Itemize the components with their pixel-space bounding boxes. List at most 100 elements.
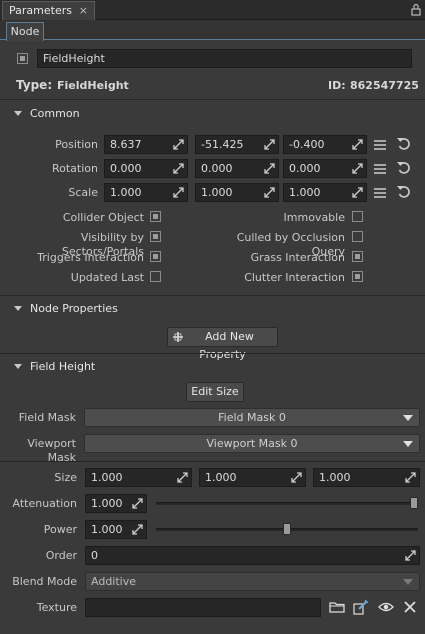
drag-arrows-icon xyxy=(352,139,363,150)
drag-arrows-icon xyxy=(173,139,184,150)
node-tab-row xyxy=(0,20,425,40)
close-icon[interactable] xyxy=(402,599,418,615)
power-label: Power xyxy=(43,523,77,536)
clutter-interaction-label: Clutter Interaction xyxy=(244,271,345,284)
rotation-y-input[interactable]: 0.000 xyxy=(195,159,279,178)
tab-parameters[interactable]: Parameters × xyxy=(2,1,95,20)
rotation-label: Rotation xyxy=(51,162,98,175)
tab-close-icon[interactable]: × xyxy=(79,2,88,19)
section-divider xyxy=(0,461,425,462)
immovable-label: Immovable xyxy=(283,211,345,224)
clutter-interaction-checkbox[interactable] xyxy=(352,271,363,282)
position-y-input[interactable]: -51.425 xyxy=(195,135,279,154)
reset-icon[interactable] xyxy=(396,160,412,176)
field-height-collapse-icon[interactable] xyxy=(14,364,22,369)
drag-arrows-icon xyxy=(177,472,188,483)
updated-last-label: Updated Last xyxy=(70,271,144,284)
drag-arrows-icon xyxy=(264,139,275,150)
add-new-property-label: Add New Property xyxy=(199,330,254,361)
triggers-interaction-checkbox[interactable] xyxy=(150,251,161,262)
order-label: Order xyxy=(45,549,77,562)
attenuation-slider[interactable] xyxy=(156,502,418,505)
lock-icon[interactable] xyxy=(411,3,421,16)
power-input[interactable]: 1.000 xyxy=(85,520,147,539)
drag-arrows-icon xyxy=(264,187,275,198)
section-divider xyxy=(0,295,425,296)
type-label: Type: xyxy=(16,78,53,92)
id-label: ID: xyxy=(328,79,346,92)
position-x-input[interactable]: 8.637 xyxy=(104,135,188,154)
field-mask-dropdown[interactable]: Field Mask 0 xyxy=(84,408,420,427)
viewport-mask-value: Viewport Mask 0 xyxy=(206,437,298,450)
drag-arrows-icon xyxy=(173,163,184,174)
drag-arrows-icon xyxy=(405,550,416,561)
drag-arrows-icon xyxy=(405,472,416,483)
scale-x-input[interactable]: 1.000 xyxy=(104,183,188,202)
scale-label: Scale xyxy=(68,186,98,199)
attenuation-label: Attenuation xyxy=(12,497,77,510)
attenuation-slider-thumb[interactable] xyxy=(410,497,418,509)
field-mask-value: Field Mask 0 xyxy=(218,411,286,424)
grass-interaction-label: Grass Interaction xyxy=(250,251,345,264)
attenuation-input[interactable]: 1.000 xyxy=(85,494,147,513)
size-z-input[interactable]: 1.000 xyxy=(313,468,420,487)
rotation-z-input[interactable]: 0.000 xyxy=(283,159,367,178)
field-mask-label: Field Mask xyxy=(18,411,76,424)
section-divider xyxy=(0,353,425,354)
drag-arrows-icon xyxy=(352,163,363,174)
common-section-title[interactable]: Common xyxy=(30,107,80,121)
texture-label: Texture xyxy=(36,601,77,614)
drag-arrows-icon xyxy=(264,163,275,174)
blend-mode-label: Blend Mode xyxy=(12,575,77,588)
menu-icon[interactable] xyxy=(372,137,388,153)
collider-object-label: Collider Object xyxy=(62,211,144,224)
plus-icon xyxy=(173,332,183,342)
position-z-input[interactable]: -0.400 xyxy=(283,135,367,154)
blend-mode-value: Additive xyxy=(91,575,136,588)
field-height-section-title[interactable]: Field Height xyxy=(30,360,95,374)
folder-icon[interactable] xyxy=(329,599,345,615)
grass-interaction-checkbox[interactable] xyxy=(352,251,363,262)
drag-arrows-icon xyxy=(352,187,363,198)
rotation-x-input[interactable]: 0.000 xyxy=(104,159,188,178)
size-label: Size xyxy=(54,471,77,484)
reset-icon[interactable] xyxy=(396,136,412,152)
power-slider-thumb[interactable] xyxy=(283,523,291,535)
node-properties-section-title[interactable]: Node Properties xyxy=(30,302,118,316)
menu-icon[interactable] xyxy=(372,161,388,177)
chevron-down-icon xyxy=(403,441,413,447)
blend-mode-dropdown[interactable]: Additive xyxy=(85,572,420,591)
add-new-property-button[interactable]: Add New Property xyxy=(167,327,278,361)
scale-z-input[interactable]: 1.000 xyxy=(283,183,367,202)
node-enabled-checkbox[interactable] xyxy=(17,53,28,64)
viewport-mask-dropdown[interactable]: Viewport Mask 0 xyxy=(84,434,420,453)
drag-arrows-icon xyxy=(132,524,143,535)
culled-occlusion-checkbox[interactable] xyxy=(352,231,363,242)
size-y-input[interactable]: 1.000 xyxy=(199,468,306,487)
updated-last-checkbox[interactable] xyxy=(150,271,161,282)
reset-icon[interactable] xyxy=(396,184,412,200)
tab-node[interactable]: Node xyxy=(6,22,44,41)
order-input[interactable]: 0 xyxy=(85,546,420,565)
tab-parameters-label: Parameters xyxy=(9,4,72,17)
chevron-down-icon xyxy=(403,415,413,421)
section-divider xyxy=(0,99,425,100)
menu-icon[interactable] xyxy=(372,185,388,201)
drag-arrows-icon xyxy=(291,472,302,483)
id-value: 862547725 xyxy=(350,79,419,92)
drag-arrows-icon xyxy=(132,498,143,509)
edit-size-button[interactable]: Edit Size xyxy=(186,382,244,402)
visibility-sectors-checkbox[interactable] xyxy=(150,231,161,242)
type-value: FieldHeight xyxy=(57,79,129,92)
node-name-input[interactable]: FieldHeight xyxy=(37,49,412,68)
node-properties-collapse-icon[interactable] xyxy=(14,306,22,311)
scale-y-input[interactable]: 1.000 xyxy=(195,183,279,202)
common-collapse-icon[interactable] xyxy=(14,111,22,116)
size-x-input[interactable]: 1.000 xyxy=(85,468,192,487)
collider-object-checkbox[interactable] xyxy=(150,211,161,222)
texture-input[interactable] xyxy=(85,598,321,617)
eye-icon[interactable] xyxy=(378,599,394,615)
immovable-checkbox[interactable] xyxy=(352,211,363,222)
triggers-interaction-label: Triggers Interaction xyxy=(37,251,144,264)
edit-icon[interactable] xyxy=(353,599,369,615)
